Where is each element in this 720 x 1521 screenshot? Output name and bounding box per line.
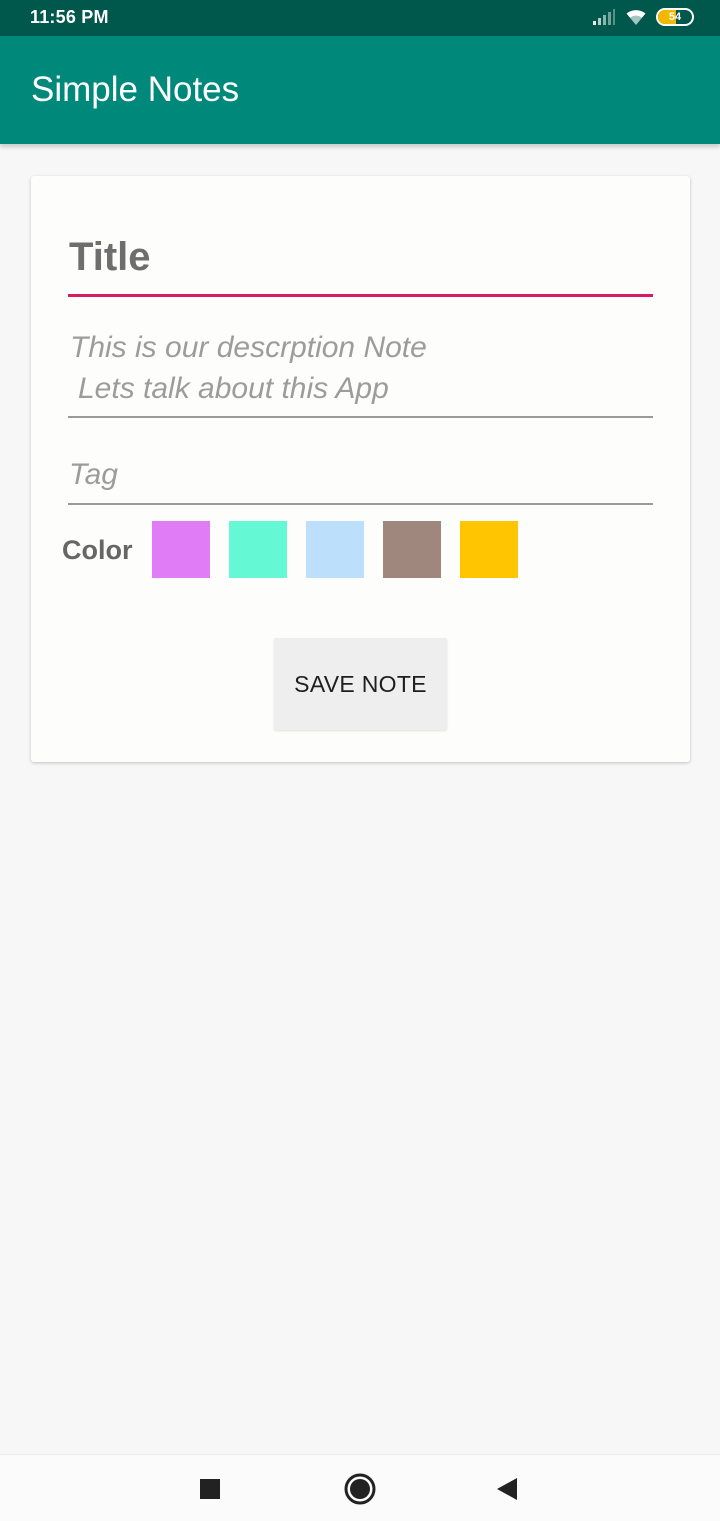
navigation-bar — [0, 1454, 720, 1521]
title-input[interactable]: Title — [68, 232, 653, 297]
recents-square-icon[interactable] — [198, 1473, 222, 1505]
wifi-icon — [624, 7, 648, 27]
save-note-button[interactable]: SAVE NOTE — [274, 638, 447, 730]
status-bar: 11:56 PM 54 — [0, 0, 720, 36]
signal-icon — [592, 8, 616, 26]
color-swatch-light-blue[interactable] — [305, 520, 364, 578]
color-swatch-purple[interactable] — [151, 520, 210, 578]
color-swatch-brown[interactable] — [382, 520, 441, 578]
description-input[interactable]: This is our descrption Note Lets talk ab… — [68, 326, 653, 418]
status-time: 11:56 PM — [30, 7, 109, 27]
title-placeholder: Title — [69, 235, 151, 279]
back-triangle-icon[interactable] — [494, 1473, 520, 1505]
battery-level: 54 — [668, 10, 682, 23]
tag-input[interactable]: Tag — [68, 454, 653, 505]
color-swatch-amber[interactable] — [459, 520, 518, 578]
note-form-card: Title This is our descrption Note Lets t… — [31, 176, 690, 762]
color-label: Color — [62, 534, 133, 565]
app-title: Simple Notes — [31, 70, 240, 109]
home-circle-icon[interactable] — [342, 1473, 378, 1505]
status-icons: 54 — [592, 6, 694, 28]
color-picker-row: Color — [62, 520, 537, 578]
color-swatch-aqua[interactable] — [228, 520, 287, 578]
description-line-2: Lets talk about this App — [78, 372, 389, 405]
description-line-1: This is our descrption Note — [70, 331, 427, 364]
battery-icon: 54 — [656, 8, 694, 26]
tag-placeholder: Tag — [69, 458, 118, 491]
app-bar: Simple Notes — [0, 36, 720, 144]
